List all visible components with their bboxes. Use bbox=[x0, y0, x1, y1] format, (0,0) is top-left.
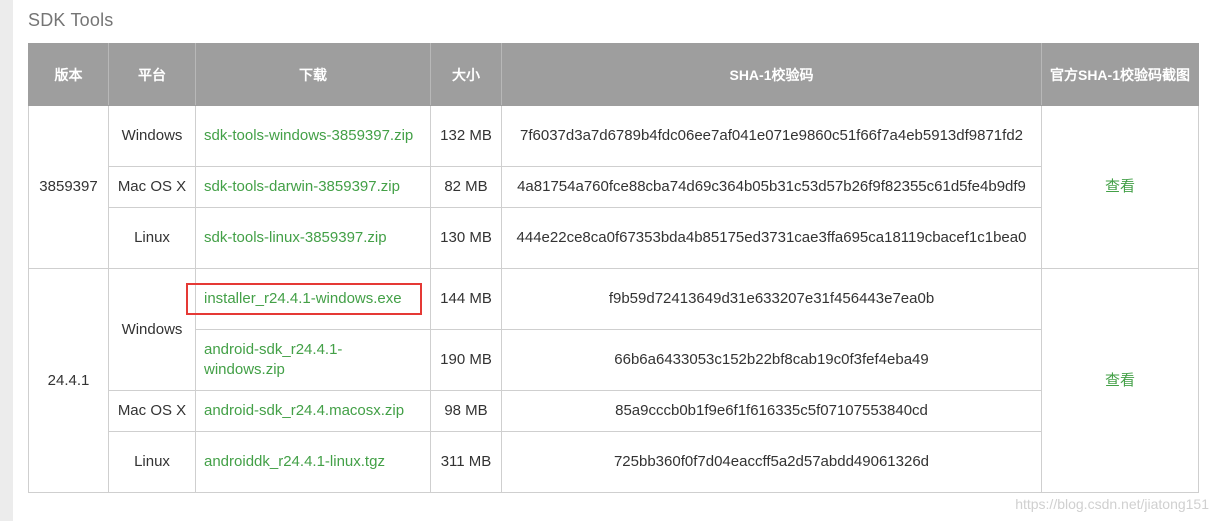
size-cell: 98 MB bbox=[430, 390, 502, 432]
sha1-cell: 725bb360f0f7d04eaccff5a2d57abdd49061326d bbox=[501, 431, 1042, 493]
download-cell: sdk-tools-windows-3859397.zip bbox=[195, 105, 431, 167]
download-cell: sdk-tools-darwin-3859397.zip bbox=[195, 166, 431, 208]
table-row: Linux sdk-tools-linux-3859397.zip 130 MB… bbox=[29, 207, 1199, 269]
platform-cell: Windows bbox=[108, 268, 196, 391]
download-cell: androiddk_r24.4.1-linux.tgz bbox=[195, 431, 431, 493]
size-cell: 130 MB bbox=[430, 207, 502, 269]
size-cell: 190 MB bbox=[430, 329, 502, 391]
sha1-cell: f9b59d72413649d31e633207e31f456443e7ea0b bbox=[501, 268, 1042, 330]
sdk-tools-table: 版本 平台 下载 大小 SHA-1校验码 官方SHA-1校验码截图 385939… bbox=[28, 43, 1199, 493]
size-cell: 144 MB bbox=[430, 268, 502, 330]
platform-cell: Mac OS X bbox=[108, 166, 196, 208]
download-cell: installer_r24.4.1-windows.exe bbox=[195, 268, 431, 330]
view-cell: 查看 bbox=[1041, 268, 1199, 493]
view-link[interactable]: 查看 bbox=[1105, 178, 1135, 195]
header-platform: 平台 bbox=[108, 43, 196, 106]
sha1-cell: 66b6a6433053c152b22bf8cab19c0f3fef4eba49 bbox=[501, 329, 1042, 391]
table-row: Mac OS X sdk-tools-darwin-3859397.zip 82… bbox=[29, 166, 1199, 208]
download-link[interactable]: sdk-tools-darwin-3859397.zip bbox=[204, 178, 400, 195]
download-link[interactable]: sdk-tools-linux-3859397.zip bbox=[204, 229, 387, 246]
table-row: Mac OS X android-sdk_r24.4.macosx.zip 98… bbox=[29, 390, 1199, 432]
header-sha1: SHA-1校验码 bbox=[501, 43, 1042, 106]
header-version: 版本 bbox=[28, 43, 109, 106]
download-link[interactable]: android-sdk_r24.4.macosx.zip bbox=[204, 402, 404, 419]
platform-cell: Windows bbox=[108, 105, 196, 167]
size-cell: 82 MB bbox=[430, 166, 502, 208]
table-row: 24.4.1 Windows installer_r24.4.1-windows… bbox=[28, 268, 1199, 493]
platform-cell: Linux bbox=[108, 431, 196, 493]
table-header-row: 版本 平台 下载 大小 SHA-1校验码 官方SHA-1校验码截图 bbox=[28, 43, 1199, 106]
sha1-cell: 85a9cccb0b1f9e6f1f616335c5f07107553840cd bbox=[501, 390, 1042, 432]
version-cell: 24.4.1 bbox=[28, 268, 109, 493]
sha1-cell: 7f6037d3a7d6789b4fdc06ee7af041e071e9860c… bbox=[501, 105, 1042, 167]
download-cell: android-sdk_r24.4.1-windows.zip bbox=[195, 329, 431, 391]
version-cell: 3859397 bbox=[28, 105, 109, 269]
size-cell: 132 MB bbox=[430, 105, 502, 167]
watermark: https://blog.csdn.net/jiatong151 bbox=[1015, 496, 1209, 512]
header-download: 下载 bbox=[195, 43, 431, 106]
download-link[interactable]: androiddk_r24.4.1-linux.tgz bbox=[204, 453, 385, 470]
table-row: 3859397 Windows sdk-tools-windows-385939… bbox=[28, 105, 1199, 269]
download-cell: sdk-tools-linux-3859397.zip bbox=[195, 207, 431, 269]
view-cell: 查看 bbox=[1041, 105, 1199, 269]
section-title: SDK Tools bbox=[28, 10, 114, 30]
table-row: Linux androiddk_r24.4.1-linux.tgz 311 MB… bbox=[29, 431, 1199, 493]
sha1-cell: 4a81754a760fce88cba74d69c364b05b31c53d57… bbox=[501, 166, 1042, 208]
size-cell: 311 MB bbox=[430, 431, 502, 493]
view-link[interactable]: 查看 bbox=[1105, 372, 1135, 389]
download-link[interactable]: sdk-tools-windows-3859397.zip bbox=[204, 127, 413, 144]
platform-cell: Mac OS X bbox=[108, 390, 196, 432]
table-row: android-sdk_r24.4.1-windows.zip 190 MB 6… bbox=[29, 329, 1199, 391]
header-size: 大小 bbox=[430, 43, 502, 106]
download-cell: android-sdk_r24.4.macosx.zip bbox=[195, 390, 431, 432]
header-sha1-screenshot: 官方SHA-1校验码截图 bbox=[1041, 43, 1199, 106]
download-link[interactable]: android-sdk_r24.4.1-windows.zip bbox=[204, 341, 342, 378]
download-link[interactable]: installer_r24.4.1-windows.exe bbox=[204, 290, 402, 307]
platform-cell: Linux bbox=[108, 207, 196, 269]
sha1-cell: 444e22ce8ca0f67353bda4b85175ed3731cae3ff… bbox=[501, 207, 1042, 269]
